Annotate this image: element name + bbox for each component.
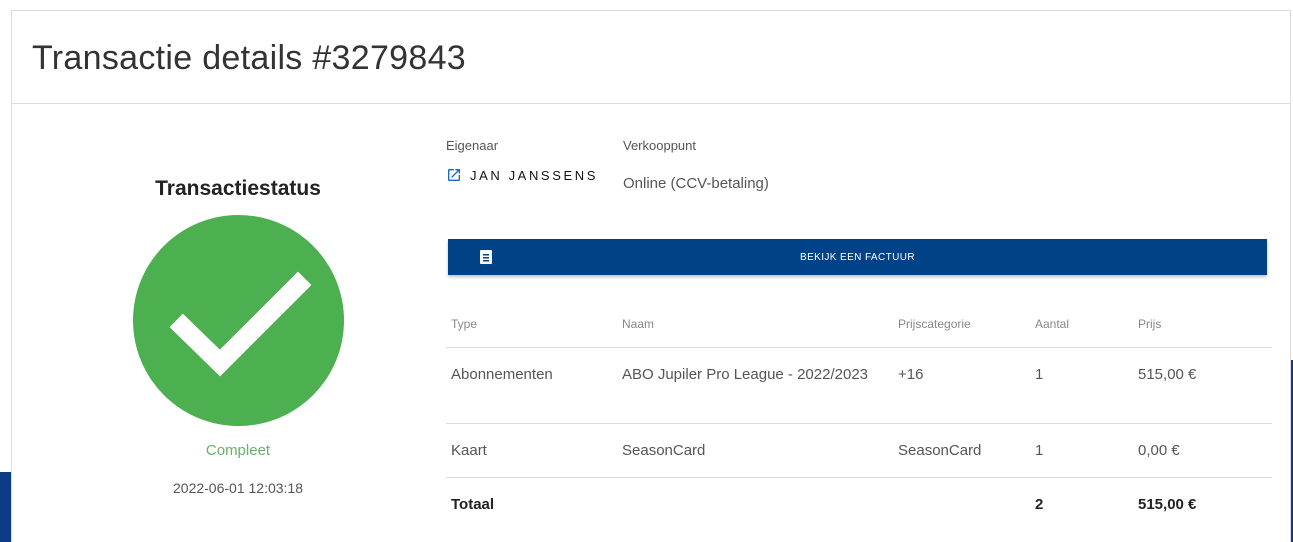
- table-row: Abonnementen ABO Jupiler Pro League - 20…: [446, 347, 1272, 424]
- cell-quantity: 1: [1030, 423, 1133, 478]
- column-header-price: Prijs: [1133, 301, 1272, 348]
- cell-category: SeasonCard: [893, 423, 1030, 478]
- status-datetime: 2022-06-01 12:03:18: [173, 480, 303, 496]
- cell-category: +16: [893, 347, 1030, 424]
- total-label: Totaal: [451, 495, 495, 513]
- table-row: Kaart SeasonCard SeasonCard 1 0,00 €: [446, 423, 1272, 478]
- document-icon: [480, 250, 492, 267]
- column-header-type: Type: [446, 301, 617, 348]
- check-circle-icon: [133, 215, 344, 426]
- cell-name: SeasonCard: [617, 423, 893, 478]
- page-title: Transactie details #3279843: [32, 39, 467, 77]
- table-header-row: Type Naam Prijscategorie Aantal Prijs: [446, 301, 1272, 348]
- cell-name: ABO Jupiler Pro League - 2022/2023: [617, 347, 893, 424]
- total-quantity: 2: [1035, 495, 1044, 513]
- external-link-icon: [446, 167, 462, 183]
- status-panel: Transactiestatus Compleet 2022-06-01 12:…: [12, 105, 432, 542]
- status-label: Compleet: [205, 442, 271, 459]
- total-empty-name: [617, 477, 893, 529]
- cell-price: 0,00 €: [1133, 423, 1272, 478]
- owner-name: JAN JANSSENS: [470, 167, 599, 183]
- total-empty-category: [893, 477, 1030, 529]
- total-price: 515,00 €: [1138, 495, 1197, 513]
- status-title: Transactiestatus: [155, 177, 321, 200]
- view-invoice-button[interactable]: BEKIJK EEN FACTUUR: [448, 239, 1267, 275]
- cell-price: 515,00 €: [1133, 347, 1272, 424]
- column-header-name: Naam: [617, 301, 893, 348]
- column-header-category: Prijscategorie: [893, 301, 1030, 348]
- transaction-items-table: Type Naam Prijscategorie Aantal Prijs Ab…: [446, 301, 1272, 529]
- point-of-sale-label: Verkooppunt: [623, 138, 697, 153]
- card-header: Transactie details #3279843: [12, 11, 1290, 104]
- column-header-quantity: Aantal: [1030, 301, 1133, 348]
- cell-type: Kaart: [446, 423, 617, 478]
- point-of-sale-value: Online (CCV-betaling): [623, 175, 769, 192]
- table-total-row: Totaal 2 515,00 €: [446, 477, 1272, 529]
- page: Transactie details #3279843 Transactiest…: [0, 0, 1293, 542]
- owner-link[interactable]: JAN JANSSENS: [446, 167, 598, 183]
- cell-quantity: 1: [1030, 347, 1133, 424]
- cell-type: Abonnementen: [446, 347, 617, 424]
- transaction-card: Transactie details #3279843 Transactiest…: [11, 10, 1291, 542]
- owner-label: Eigenaar: [446, 138, 499, 153]
- view-invoice-label: BEKIJK EEN FACTUUR: [800, 251, 915, 263]
